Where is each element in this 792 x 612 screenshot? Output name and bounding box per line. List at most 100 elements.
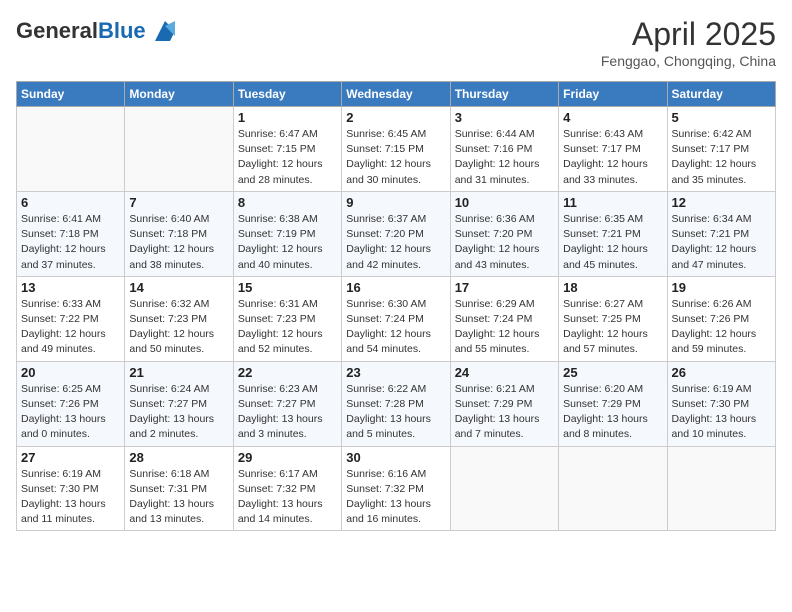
day-number: 18 (563, 280, 662, 295)
day-number: 6 (21, 195, 120, 210)
day-info: Sunrise: 6:24 AMSunset: 7:27 PMDaylight:… (129, 382, 228, 443)
day-number: 15 (238, 280, 337, 295)
logo-blue-text: Blue (98, 18, 146, 43)
day-info: Sunrise: 6:32 AMSunset: 7:23 PMDaylight:… (129, 297, 228, 358)
day-info: Sunrise: 6:33 AMSunset: 7:22 PMDaylight:… (21, 297, 120, 358)
day-number: 4 (563, 110, 662, 125)
calendar-week-row: 6 Sunrise: 6:41 AMSunset: 7:18 PMDaylight… (17, 191, 776, 276)
day-number: 7 (129, 195, 228, 210)
day-header-thursday: Thursday (450, 82, 558, 107)
day-info: Sunrise: 6:17 AMSunset: 7:32 PMDaylight:… (238, 467, 337, 528)
day-info: Sunrise: 6:26 AMSunset: 7:26 PMDaylight:… (672, 297, 771, 358)
day-number: 23 (346, 365, 445, 380)
day-number: 8 (238, 195, 337, 210)
day-info: Sunrise: 6:29 AMSunset: 7:24 PMDaylight:… (455, 297, 554, 358)
day-number: 11 (563, 195, 662, 210)
day-number: 14 (129, 280, 228, 295)
day-number: 16 (346, 280, 445, 295)
day-info: Sunrise: 6:16 AMSunset: 7:32 PMDaylight:… (346, 467, 445, 528)
calendar-cell (125, 107, 233, 192)
day-info: Sunrise: 6:36 AMSunset: 7:20 PMDaylight:… (455, 212, 554, 273)
calendar-cell: 28 Sunrise: 6:18 AMSunset: 7:31 PMDayligh… (125, 446, 233, 531)
day-number: 30 (346, 450, 445, 465)
logo: GeneralBlue (16, 16, 180, 46)
calendar-cell: 16 Sunrise: 6:30 AMSunset: 7:24 PMDayligh… (342, 276, 450, 361)
day-header-monday: Monday (125, 82, 233, 107)
day-info: Sunrise: 6:35 AMSunset: 7:21 PMDaylight:… (563, 212, 662, 273)
calendar-cell (17, 107, 125, 192)
day-number: 13 (21, 280, 120, 295)
calendar-cell: 14 Sunrise: 6:32 AMSunset: 7:23 PMDayligh… (125, 276, 233, 361)
day-number: 25 (563, 365, 662, 380)
calendar-week-row: 20 Sunrise: 6:25 AMSunset: 7:26 PMDayligh… (17, 361, 776, 446)
day-info: Sunrise: 6:40 AMSunset: 7:18 PMDaylight:… (129, 212, 228, 273)
day-header-sunday: Sunday (17, 82, 125, 107)
calendar-cell: 5Sunrise: 6:42 AMSunset: 7:17 PMDaylight… (667, 107, 775, 192)
calendar-cell: 4 Sunrise: 6:43 AMSunset: 7:17 PMDaylight… (559, 107, 667, 192)
calendar-cell: 29 Sunrise: 6:17 AMSunset: 7:32 PMDayligh… (233, 446, 341, 531)
day-header-saturday: Saturday (667, 82, 775, 107)
title-area: April 2025 Fenggao, Chongqing, China (601, 16, 776, 69)
logo-icon (150, 16, 180, 46)
calendar-cell: 2Sunrise: 6:45 AMSunset: 7:15 PMDaylight… (342, 107, 450, 192)
day-info: Sunrise: 6:20 AMSunset: 7:29 PMDaylight:… (563, 382, 662, 443)
calendar-cell: 6 Sunrise: 6:41 AMSunset: 7:18 PMDaylight… (17, 191, 125, 276)
day-header-wednesday: Wednesday (342, 82, 450, 107)
day-number: 21 (129, 365, 228, 380)
calendar-week-row: 13 Sunrise: 6:33 AMSunset: 7:22 PMDayligh… (17, 276, 776, 361)
calendar-cell (667, 446, 775, 531)
calendar-cell: 20 Sunrise: 6:25 AMSunset: 7:26 PMDayligh… (17, 361, 125, 446)
day-info: Sunrise: 6:37 AMSunset: 7:20 PMDaylight:… (346, 212, 445, 273)
day-info: Sunrise: 6:34 AMSunset: 7:21 PMDaylight:… (672, 212, 771, 273)
calendar-cell: 25 Sunrise: 6:20 AMSunset: 7:29 PMDayligh… (559, 361, 667, 446)
day-number: 12 (672, 195, 771, 210)
month-title: April 2025 (601, 16, 776, 53)
day-info: Sunrise: 6:21 AMSunset: 7:29 PMDaylight:… (455, 382, 554, 443)
day-info: Sunrise: 6:47 AMSunset: 7:15 PMDaylight:… (238, 127, 337, 188)
calendar-cell (559, 446, 667, 531)
calendar-cell: 17Sunrise: 6:29 AMSunset: 7:24 PMDayligh… (450, 276, 558, 361)
calendar-cell: 7 Sunrise: 6:40 AMSunset: 7:18 PMDaylight… (125, 191, 233, 276)
day-number: 26 (672, 365, 771, 380)
day-info: Sunrise: 6:19 AMSunset: 7:30 PMDaylight:… (21, 467, 120, 528)
day-info: Sunrise: 6:23 AMSunset: 7:27 PMDaylight:… (238, 382, 337, 443)
calendar-cell: 15 Sunrise: 6:31 AMSunset: 7:23 PMDayligh… (233, 276, 341, 361)
day-info: Sunrise: 6:27 AMSunset: 7:25 PMDaylight:… (563, 297, 662, 358)
day-number: 3 (455, 110, 554, 125)
calendar-cell: 24 Sunrise: 6:21 AMSunset: 7:29 PMDayligh… (450, 361, 558, 446)
calendar-cell: 3 Sunrise: 6:44 AMSunset: 7:16 PMDaylight… (450, 107, 558, 192)
calendar-cell: 21 Sunrise: 6:24 AMSunset: 7:27 PMDayligh… (125, 361, 233, 446)
calendar-cell: 18 Sunrise: 6:27 AMSunset: 7:25 PMDayligh… (559, 276, 667, 361)
location-subtitle: Fenggao, Chongqing, China (601, 53, 776, 69)
day-number: 10 (455, 195, 554, 210)
page-header: GeneralBlue April 2025 Fenggao, Chongqin… (16, 16, 776, 69)
day-info: Sunrise: 6:19 AMSunset: 7:30 PMDaylight:… (672, 382, 771, 443)
day-info: Sunrise: 6:25 AMSunset: 7:26 PMDaylight:… (21, 382, 120, 443)
calendar-cell: 23Sunrise: 6:22 AMSunset: 7:28 PMDayligh… (342, 361, 450, 446)
day-info: Sunrise: 6:31 AMSunset: 7:23 PMDaylight:… (238, 297, 337, 358)
day-number: 5 (672, 110, 771, 125)
day-number: 19 (672, 280, 771, 295)
day-info: Sunrise: 6:43 AMSunset: 7:17 PMDaylight:… (563, 127, 662, 188)
calendar-cell: 8 Sunrise: 6:38 AMSunset: 7:19 PMDaylight… (233, 191, 341, 276)
day-info: Sunrise: 6:18 AMSunset: 7:31 PMDaylight:… (129, 467, 228, 528)
calendar-cell: 10 Sunrise: 6:36 AMSunset: 7:20 PMDayligh… (450, 191, 558, 276)
day-info: Sunrise: 6:38 AMSunset: 7:19 PMDaylight:… (238, 212, 337, 273)
day-number: 28 (129, 450, 228, 465)
calendar-cell: 1Sunrise: 6:47 AMSunset: 7:15 PMDaylight… (233, 107, 341, 192)
calendar-week-row: 1Sunrise: 6:47 AMSunset: 7:15 PMDaylight… (17, 107, 776, 192)
calendar-table: SundayMondayTuesdayWednesdayThursdayFrid… (16, 81, 776, 531)
day-info: Sunrise: 6:44 AMSunset: 7:16 PMDaylight:… (455, 127, 554, 188)
day-info: Sunrise: 6:41 AMSunset: 7:18 PMDaylight:… (21, 212, 120, 273)
day-number: 20 (21, 365, 120, 380)
day-number: 27 (21, 450, 120, 465)
day-info: Sunrise: 6:30 AMSunset: 7:24 PMDaylight:… (346, 297, 445, 358)
day-number: 29 (238, 450, 337, 465)
calendar-cell: 19 Sunrise: 6:26 AMSunset: 7:26 PMDayligh… (667, 276, 775, 361)
calendar-cell: 12 Sunrise: 6:34 AMSunset: 7:21 PMDayligh… (667, 191, 775, 276)
calendar-header-row: SundayMondayTuesdayWednesdayThursdayFrid… (17, 82, 776, 107)
day-header-friday: Friday (559, 82, 667, 107)
day-number: 2 (346, 110, 445, 125)
day-number: 24 (455, 365, 554, 380)
calendar-cell: 27 Sunrise: 6:19 AMSunset: 7:30 PMDayligh… (17, 446, 125, 531)
